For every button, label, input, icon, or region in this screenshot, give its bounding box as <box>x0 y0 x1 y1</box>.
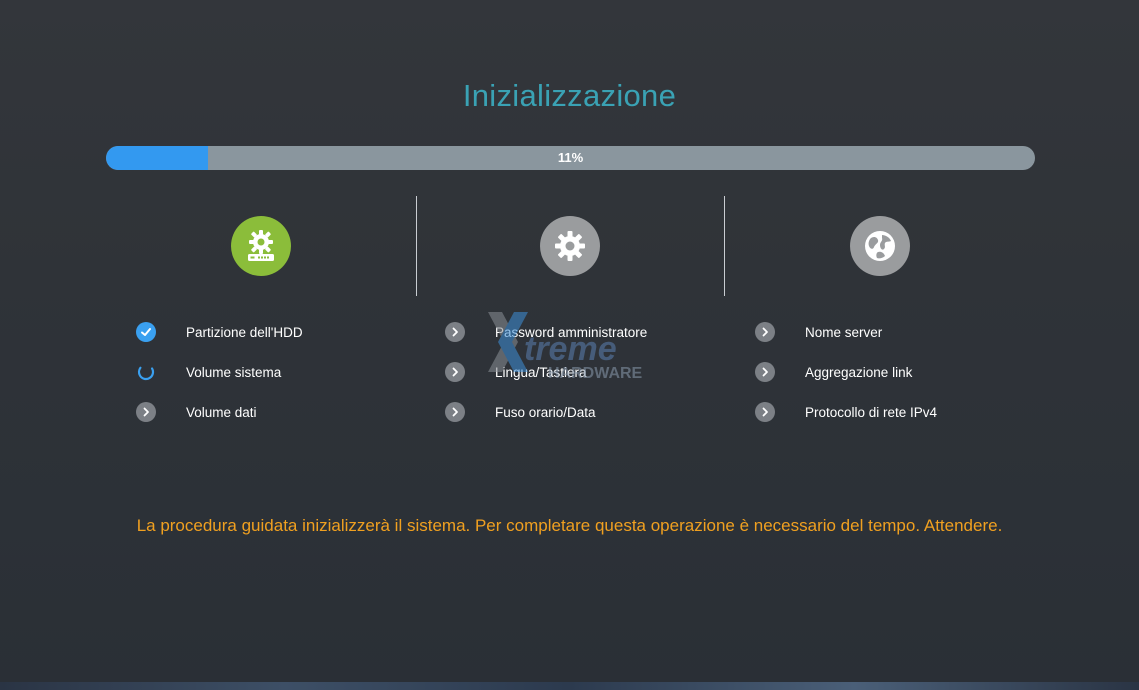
task-ipv4-protocol: Protocollo di rete IPv4 <box>755 401 937 423</box>
page-title: Inizializzazione <box>462 78 677 113</box>
watermark-text-bottom: HARDWARE <box>548 365 643 382</box>
task-label: Partizione dell'HDD <box>186 324 303 340</box>
task-label: Fuso orario/Data <box>495 404 596 420</box>
task-label: Nome server <box>805 324 883 340</box>
task-label: Volume dati <box>186 404 257 420</box>
task-server-name: Nome server <box>755 321 882 343</box>
task-label: Protocollo di rete IPv4 <box>805 404 938 420</box>
step-network-settings-icon <box>850 216 910 276</box>
chevron-right-icon <box>445 362 465 382</box>
progress-bar: 11% <box>106 146 1035 170</box>
gear-icon <box>555 231 585 261</box>
chevron-right-icon <box>445 402 465 422</box>
check-icon <box>136 322 156 342</box>
chevron-right-icon <box>755 322 775 342</box>
globe-icon <box>865 231 895 261</box>
task-label: Aggregazione link <box>805 364 913 380</box>
task-system-volume: Volume sistema <box>136 361 281 383</box>
wizard-notice: La procedura guidata inizializzerà il si… <box>136 516 1003 535</box>
column-divider <box>724 196 725 296</box>
task-data-volume: Volume dati <box>136 401 257 423</box>
hdd-gear-icon <box>248 230 274 261</box>
task-link-aggregation: Aggregazione link <box>755 361 912 383</box>
loading-spinner-icon <box>136 362 156 382</box>
task-hdd-partition: Partizione dell'HDD <box>136 321 303 343</box>
task-timezone-date: Fuso orario/Data <box>445 401 596 423</box>
watermark-text-top: treme <box>524 330 617 368</box>
step-disk-setup-icon <box>231 216 291 276</box>
progress-label: 11% <box>557 150 584 165</box>
chevron-right-icon <box>136 402 156 422</box>
task-label: Volume sistema <box>186 364 282 380</box>
column-divider <box>416 196 417 296</box>
step-system-settings-icon <box>540 216 600 276</box>
initialization-screen: Inizializzazione 11% Partizione dell'HDD… <box>0 0 1139 690</box>
watermark-logo: treme HARDWARE <box>488 312 643 382</box>
chevron-right-icon <box>755 362 775 382</box>
chevron-right-icon <box>445 322 465 342</box>
chevron-right-icon <box>755 402 775 422</box>
